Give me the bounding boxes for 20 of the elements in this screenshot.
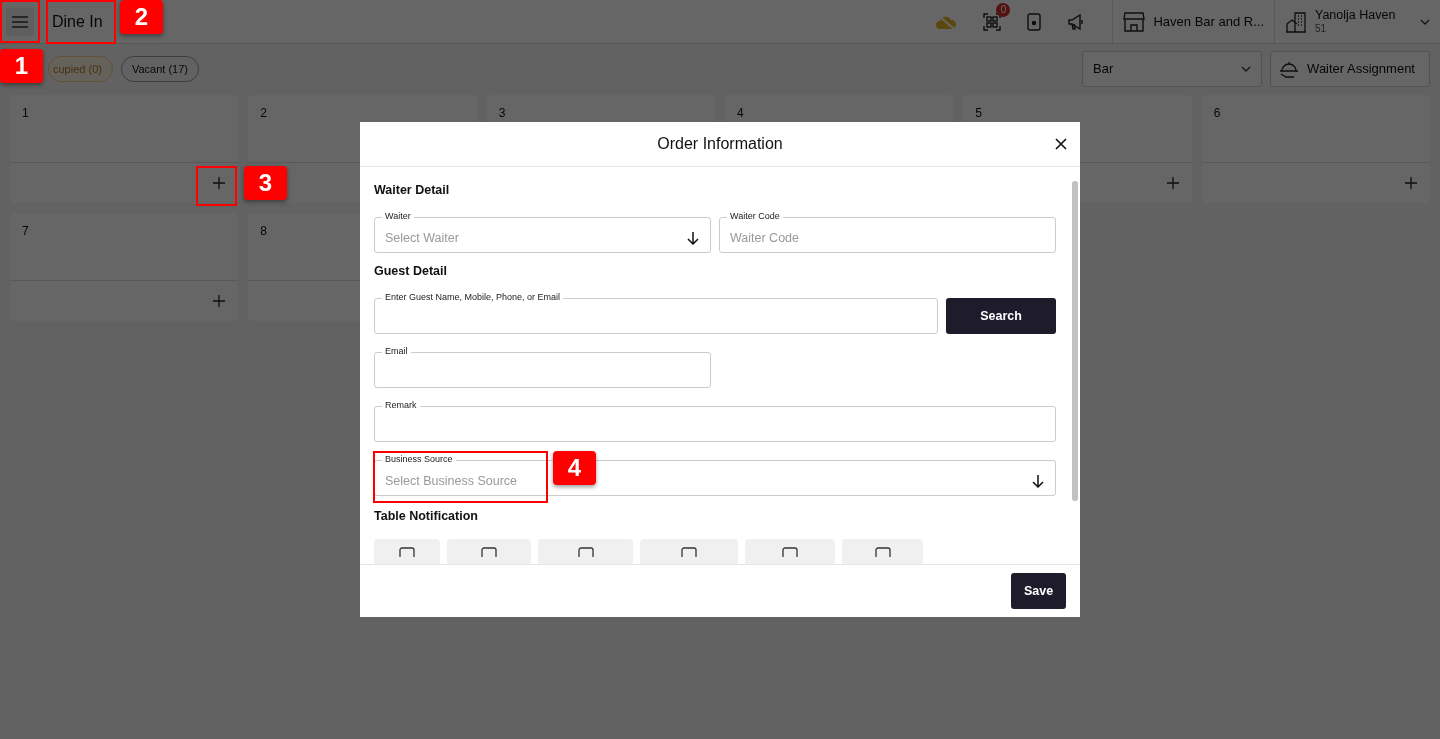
table-number: 2	[260, 106, 267, 120]
step-marker: 2	[120, 0, 163, 34]
page-title: Dine In	[52, 12, 103, 31]
notification-badge: 0	[996, 2, 1011, 17]
step-marker: 1	[0, 49, 43, 83]
table-number: 3	[498, 106, 506, 120]
dialog-title: Order Information	[657, 135, 783, 153]
section-heading: Waiter Detail	[374, 183, 450, 197]
table-number: 7	[22, 224, 29, 238]
property-code: 51	[1315, 22, 1328, 34]
step-marker: 4	[553, 451, 596, 485]
table-number: 1	[22, 106, 29, 120]
section-heading: Table Notification	[374, 509, 478, 523]
table-number: 4	[737, 106, 744, 120]
property-name: Yanolja Haven	[1315, 9, 1396, 23]
table-number: 6	[1213, 106, 1221, 120]
table-number: 5	[975, 106, 982, 120]
step-marker: 3	[244, 166, 287, 200]
section-heading: Guest Detail	[374, 264, 447, 278]
table-number: 8	[260, 224, 267, 238]
